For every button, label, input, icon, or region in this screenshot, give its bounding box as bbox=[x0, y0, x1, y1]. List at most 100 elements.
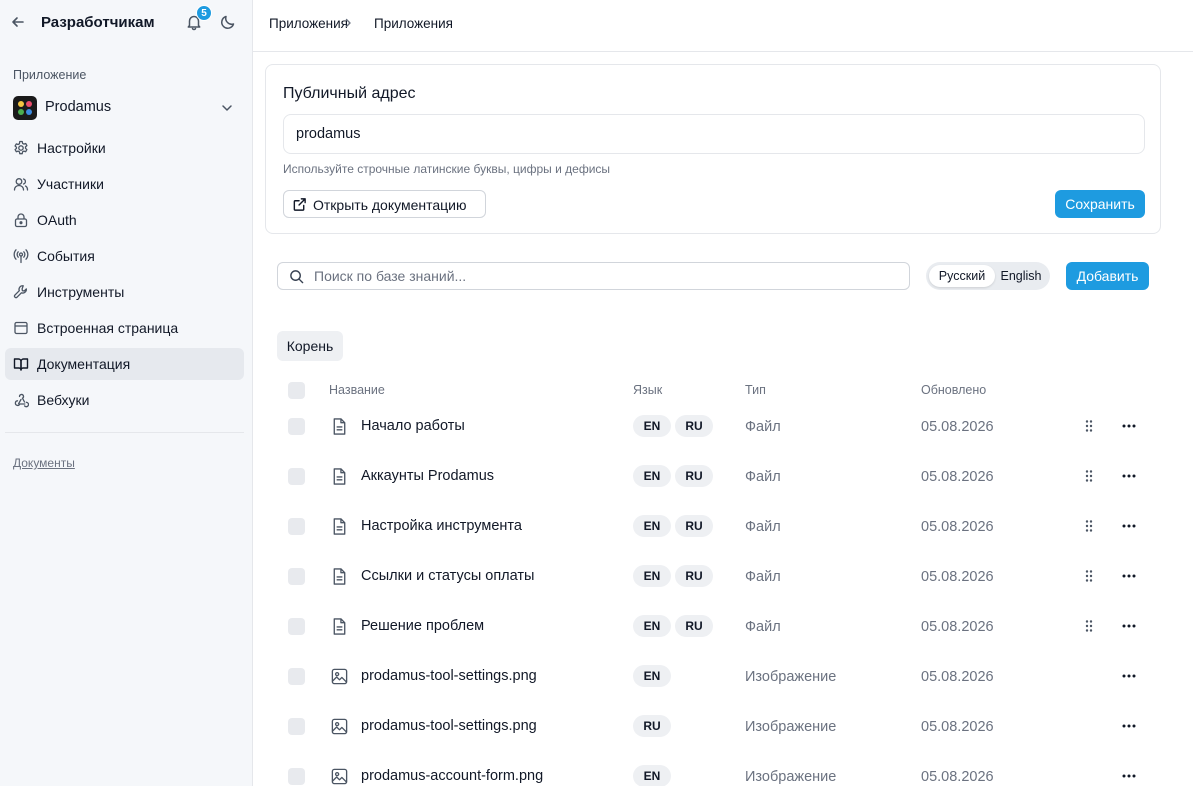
more-options-icon[interactable] bbox=[1120, 418, 1138, 434]
drag-handle-icon[interactable] bbox=[1082, 568, 1096, 584]
row-checkbox[interactable] bbox=[288, 418, 305, 435]
users-icon bbox=[13, 176, 29, 192]
arrow-left-icon[interactable] bbox=[10, 14, 26, 30]
lock-icon bbox=[13, 212, 29, 228]
more-options-icon[interactable] bbox=[1120, 468, 1138, 484]
image-icon bbox=[330, 717, 349, 736]
search-input[interactable] bbox=[314, 266, 894, 286]
row-updated: 05.08.2026 bbox=[921, 519, 994, 535]
app-section-label: Приложение bbox=[13, 68, 87, 82]
table-row[interactable]: Решение проблем EN RU Файл 05.08.2026 bbox=[277, 602, 1157, 652]
file-icon bbox=[330, 567, 349, 586]
app-logo bbox=[13, 96, 37, 120]
moon-icon[interactable] bbox=[220, 14, 236, 30]
sidebar-item-label: Участники bbox=[37, 176, 104, 192]
table-row[interactable]: Ссылки и статусы оплаты EN RU Файл 05.08… bbox=[277, 552, 1157, 602]
sidebar-item-settings[interactable]: Настройки bbox=[5, 132, 244, 164]
sidebar-item-oauth[interactable]: OAuth bbox=[5, 204, 244, 236]
row-name: Решение проблем bbox=[361, 618, 485, 634]
public-address-input[interactable] bbox=[283, 114, 1145, 154]
row-name: Начало работы bbox=[361, 418, 465, 434]
app-selector[interactable]: Prodamus bbox=[5, 92, 245, 124]
row-checkbox[interactable] bbox=[288, 618, 305, 635]
sidebar-item-label: Встроенная страница bbox=[37, 320, 179, 336]
row-checkbox[interactable] bbox=[288, 668, 305, 685]
webhook-icon bbox=[13, 392, 29, 408]
sidebar-item-documentation[interactable]: Документация bbox=[5, 348, 244, 380]
more-options-icon[interactable] bbox=[1120, 668, 1138, 684]
table-row[interactable]: Настройка инструмента EN RU Файл 05.08.2… bbox=[277, 502, 1157, 552]
more-options-icon[interactable] bbox=[1120, 718, 1138, 734]
folder-root-chip[interactable]: Корень bbox=[277, 331, 343, 361]
sidebar-item-tools[interactable]: Инструменты bbox=[5, 276, 244, 308]
lang-badge-ru: RU bbox=[675, 615, 713, 637]
table-row[interactable]: prodamus-tool-settings.png EN Изображени… bbox=[277, 652, 1157, 702]
row-updated: 05.08.2026 bbox=[921, 469, 994, 485]
drag-handle-icon[interactable] bbox=[1082, 618, 1096, 634]
row-type: Файл bbox=[745, 469, 781, 485]
column-header-language: Язык bbox=[633, 383, 663, 397]
lang-badge-ru: RU bbox=[675, 465, 713, 487]
row-checkbox[interactable] bbox=[288, 768, 305, 785]
row-updated: 05.08.2026 bbox=[921, 619, 994, 635]
sidebar-item-label: Инструменты bbox=[37, 284, 125, 300]
sidebar-item-webhooks[interactable]: Вебхуки bbox=[5, 384, 244, 416]
lang-badge-ru: RU bbox=[633, 715, 671, 737]
breadcrumb-item-current: Приложения bbox=[374, 16, 453, 31]
file-icon bbox=[330, 467, 349, 486]
row-updated: 05.08.2026 bbox=[921, 669, 994, 685]
language-option-english[interactable]: English bbox=[995, 265, 1047, 287]
drag-handle-icon[interactable] bbox=[1082, 518, 1096, 534]
table-row[interactable]: prodamus-tool-settings.png RU Изображени… bbox=[277, 702, 1157, 752]
row-checkbox[interactable] bbox=[288, 468, 305, 485]
row-type: Изображение bbox=[745, 769, 837, 785]
broadcast-icon bbox=[13, 248, 29, 264]
language-option-russian[interactable]: Русский bbox=[929, 265, 995, 287]
breadcrumb-item-apps[interactable]: Приложения bbox=[269, 16, 348, 31]
row-checkbox[interactable] bbox=[288, 518, 305, 535]
public-address-title: Публичный адрес bbox=[283, 85, 416, 102]
more-options-icon[interactable] bbox=[1120, 568, 1138, 584]
more-options-icon[interactable] bbox=[1120, 518, 1138, 534]
row-updated: 05.08.2026 bbox=[921, 419, 994, 435]
sidebar-item-events[interactable]: События bbox=[5, 240, 244, 272]
window-icon bbox=[13, 320, 29, 336]
more-options-icon[interactable] bbox=[1120, 768, 1138, 784]
column-header-name: Название bbox=[329, 383, 385, 397]
row-type: Изображение bbox=[745, 719, 837, 735]
add-button[interactable]: Добавить bbox=[1066, 262, 1149, 290]
row-checkbox[interactable] bbox=[288, 718, 305, 735]
table-row[interactable]: Начало работы EN RU Файл 05.08.2026 bbox=[277, 402, 1157, 452]
knowledge-search[interactable] bbox=[277, 262, 910, 290]
lang-badge-en: EN bbox=[633, 615, 671, 637]
row-type: Изображение bbox=[745, 669, 837, 685]
open-documentation-button[interactable]: Открыть документацию bbox=[283, 190, 486, 218]
row-name: Ссылки и статусы оплаты bbox=[361, 568, 535, 584]
more-options-icon[interactable] bbox=[1120, 618, 1138, 634]
sidebar-header: Разработчикам 5 bbox=[0, 0, 253, 46]
lang-badge-en: EN bbox=[633, 515, 671, 537]
external-link-icon bbox=[292, 197, 307, 212]
gear-icon bbox=[13, 140, 29, 156]
drag-handle-icon[interactable] bbox=[1082, 418, 1096, 434]
row-checkbox[interactable] bbox=[288, 568, 305, 585]
sidebar-item-embedded-page[interactable]: Встроенная страница bbox=[5, 312, 244, 344]
sidebar-item-members[interactable]: Участники bbox=[5, 168, 244, 200]
row-type: Файл bbox=[745, 419, 781, 435]
file-icon bbox=[330, 417, 349, 436]
book-icon bbox=[13, 356, 29, 372]
table-row[interactable]: Аккаунты Prodamus EN RU Файл 05.08.2026 bbox=[277, 452, 1157, 502]
drag-handle-icon[interactable] bbox=[1082, 468, 1096, 484]
lang-badge-ru: RU bbox=[675, 565, 713, 587]
row-name: Настройка инструмента bbox=[361, 518, 522, 534]
sidebar-item-label: Документация bbox=[37, 356, 131, 372]
select-all-checkbox[interactable] bbox=[288, 382, 305, 399]
image-icon bbox=[330, 767, 349, 786]
row-updated: 05.08.2026 bbox=[921, 769, 994, 785]
notification-badge: 5 bbox=[196, 5, 212, 21]
save-button[interactable]: Сохранить bbox=[1055, 190, 1145, 218]
table-row[interactable]: prodamus-account-form.png EN Изображение… bbox=[277, 752, 1157, 786]
chevron-right-icon bbox=[342, 17, 354, 29]
documents-link[interactable]: Документы bbox=[13, 456, 75, 470]
app-name: Prodamus bbox=[45, 99, 112, 115]
